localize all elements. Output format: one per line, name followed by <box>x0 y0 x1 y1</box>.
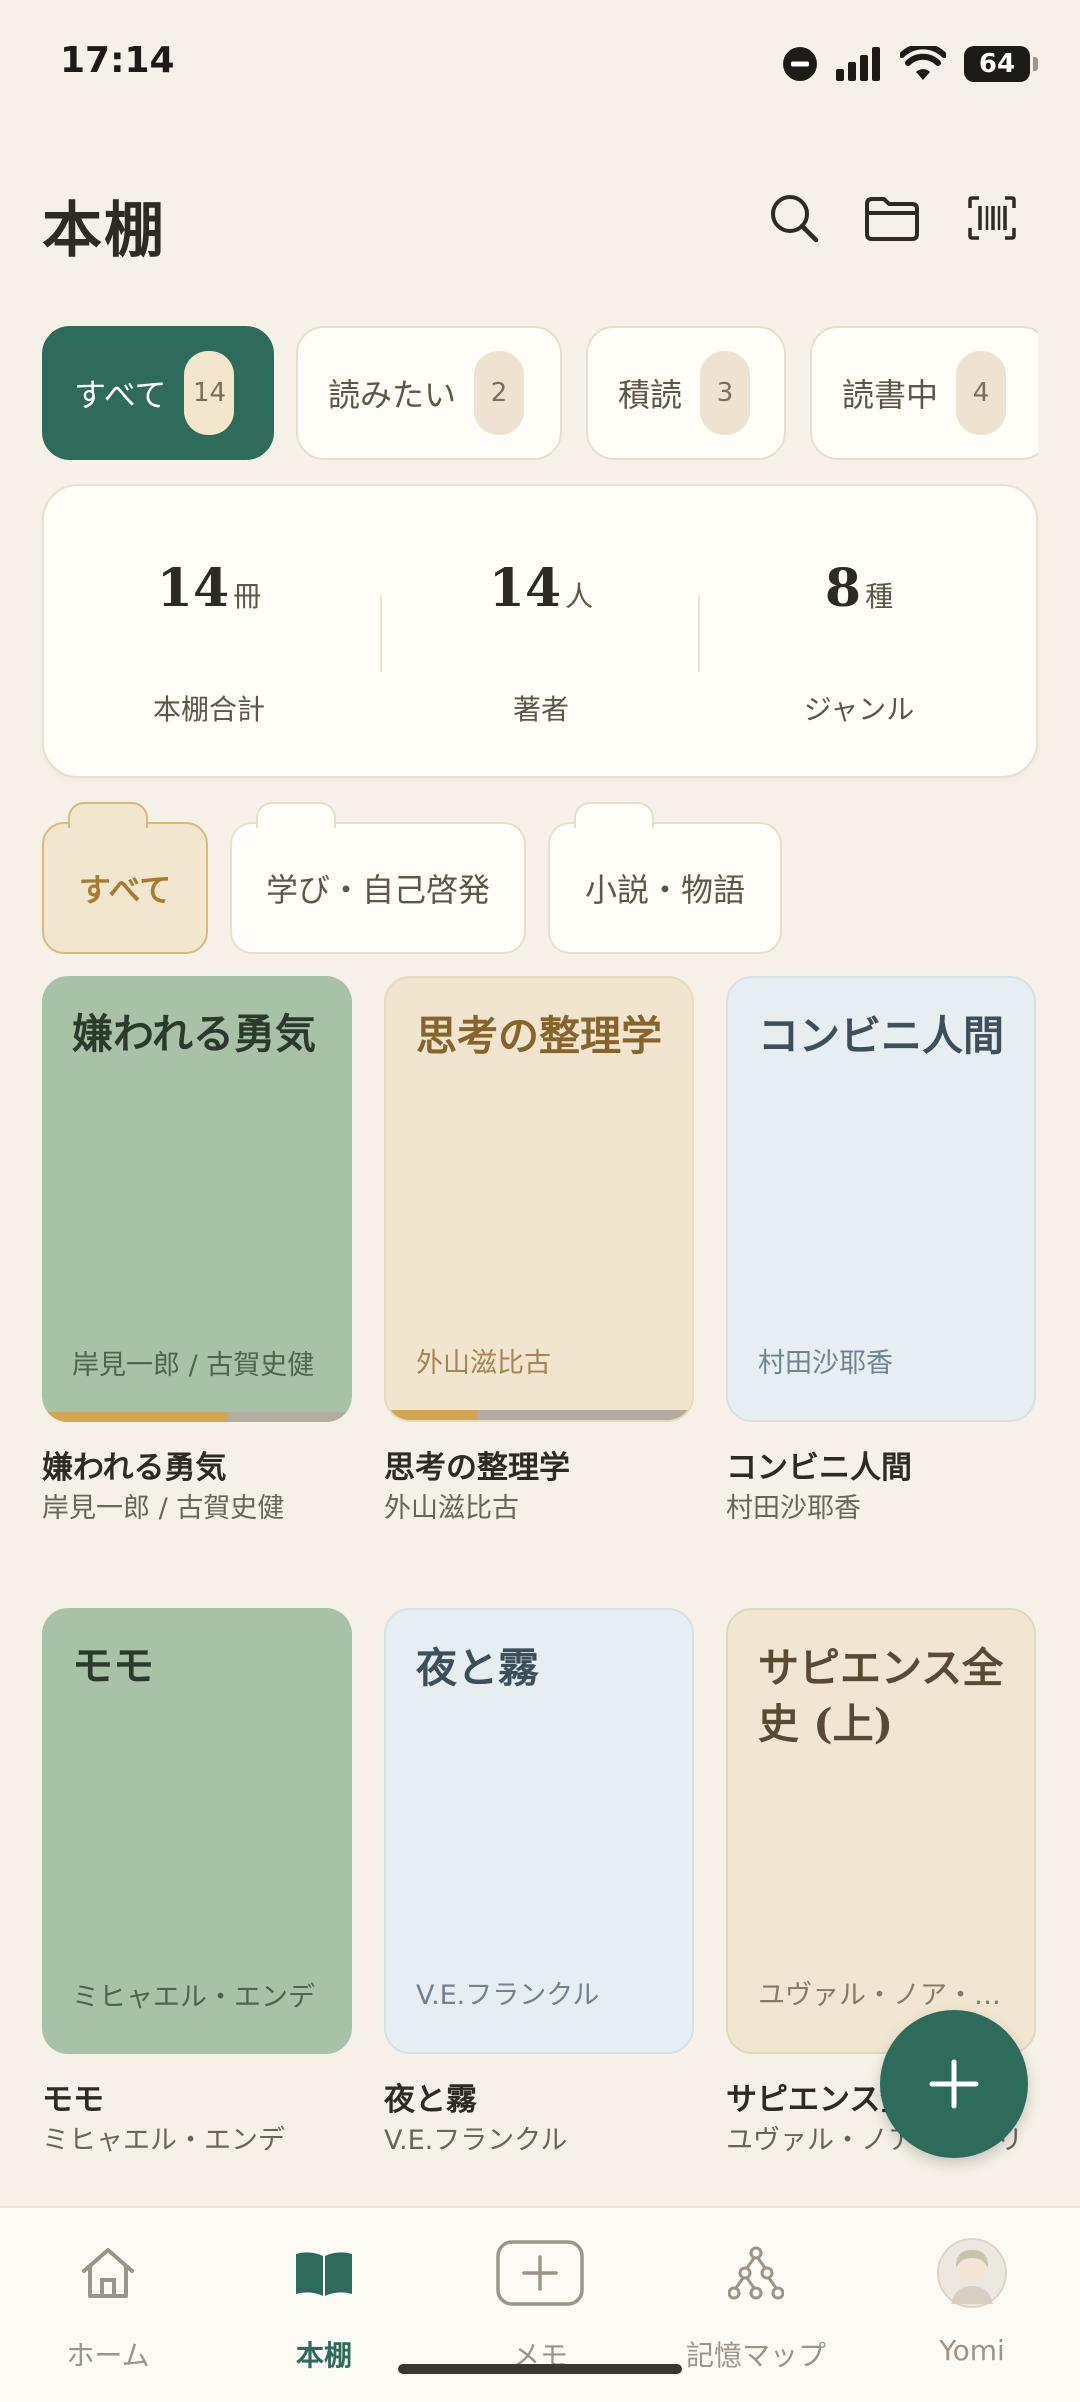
folder-label: 小説・物語 <box>584 871 745 909</box>
nav-label: ホーム <box>66 2339 150 2372</box>
tab-count-badge: 2 <box>474 351 525 435</box>
book-cover: 嫌われる勇気 岸見一郎 / 古賀史健 <box>42 976 352 1422</box>
folder-label: 学び・自己啓発 <box>265 871 490 909</box>
stat-value: 8 <box>824 558 862 619</box>
book-author: ミヒャエル・エンデ <box>42 2125 285 2156</box>
book-author: 岸見一郎 / 古賀史健 <box>42 1493 285 1524</box>
stat-unit: 種 <box>865 580 894 613</box>
cover-author: 外山滋比古 <box>416 1348 551 1379</box>
cover-title: サピエンス全史 (上) <box>758 1644 1004 1748</box>
stat-unit: 冊 <box>233 580 262 613</box>
tab-label: 読書中 <box>842 376 939 414</box>
folder-icon <box>865 197 919 241</box>
cover-author: 岸見一郎 / 古賀史健 <box>72 1350 315 1381</box>
stat-genres: 8 種 ジャンル <box>700 486 1018 780</box>
folder-novels[interactable]: 小説・物語 <box>548 802 782 954</box>
tab-count-badge: 3 <box>700 351 751 435</box>
stat-value: 14 <box>156 558 230 619</box>
tab-reading[interactable]: 読書中 4 <box>810 326 1038 460</box>
progress-fill <box>386 1410 478 1420</box>
stat-label: 本棚合計 <box>152 693 265 726</box>
nav-profile[interactable]: Yomi <box>864 2208 1080 2388</box>
cover-title: 夜と霧 <box>416 1644 539 1692</box>
barcode-scan-button[interactable] <box>962 188 1022 248</box>
stat-total-books: 14 冊 本棚合計 <box>50 486 368 780</box>
status-time: 17:14 <box>60 40 175 81</box>
book-title: コンビニ人間 <box>726 1450 912 1486</box>
progress-fill <box>42 1412 228 1422</box>
stat-unit: 人 <box>565 580 594 613</box>
tab-count-badge: 4 <box>956 351 1007 435</box>
dnd-icon <box>783 47 817 81</box>
book-cover: 夜と霧 V.E.フランクル <box>384 1608 694 2054</box>
page-title: 本棚 <box>42 196 166 266</box>
add-book-fab[interactable] <box>880 2010 1028 2158</box>
search-button[interactable] <box>764 188 824 248</box>
book-title: 思考の整理学 <box>384 1450 570 1486</box>
signal-icon <box>836 47 880 81</box>
home-indicator <box>398 2364 682 2374</box>
nav-home[interactable]: ホーム <box>0 2208 216 2388</box>
book-author: V.E.フランクル <box>384 2125 568 2156</box>
nav-memory-map[interactable]: 記憶マップ <box>648 2208 864 2388</box>
cover-author: 村田沙耶香 <box>758 1348 893 1379</box>
reading-progress-bar <box>386 1410 692 1420</box>
folder-label: すべて <box>78 871 172 909</box>
nav-bookshelf[interactable]: 本棚 <box>216 2208 432 2388</box>
stat-authors: 14 人 著者 <box>382 486 700 780</box>
folder-tab-shape <box>574 802 654 828</box>
avatar <box>937 2238 1007 2308</box>
tab-count-badge: 14 <box>184 351 235 435</box>
stat-label: ジャンル <box>803 693 915 726</box>
tab-unread[interactable]: 積読 3 <box>586 326 786 460</box>
cover-author: ユヴァル・ノア・ハラリ <box>758 1980 1008 2011</box>
stat-value: 14 <box>488 558 562 619</box>
battery-indicator: 64 <box>964 46 1038 82</box>
book-cover: モモ ミヒャエル・エンデ <box>42 1608 352 2054</box>
book-cover: サピエンス全史 (上) ユヴァル・ノア・ハラリ <box>726 1608 1036 2054</box>
plus-icon <box>929 2059 979 2109</box>
wifi-icon <box>900 46 946 80</box>
cover-title: モモ <box>72 1642 154 1690</box>
cover-title: コンビニ人間 <box>758 1012 1004 1060</box>
folder-all[interactable]: すべて <box>42 802 208 954</box>
search-icon <box>771 195 819 243</box>
tab-label: すべて <box>74 376 167 414</box>
folder-tab-shape <box>256 802 336 828</box>
book-title: 夜と霧 <box>384 2082 477 2118</box>
stat-label: 著者 <box>512 693 569 726</box>
reading-status-tabs: すべて 14 読みたい 2 積読 3 読書中 4 <box>42 326 1038 462</box>
book-author: 村田沙耶香 <box>726 1493 861 1524</box>
network-icon <box>728 2246 784 2300</box>
cover-author: V.E.フランクル <box>416 1980 600 2011</box>
book-author: 外山滋比古 <box>384 1493 519 1524</box>
status-icons: 64 <box>782 40 1038 88</box>
folder-learning[interactable]: 学び・自己啓発 <box>230 802 526 954</box>
folder-button[interactable] <box>862 188 922 248</box>
reading-progress-bar <box>42 1412 352 1422</box>
book-cover: コンビニ人間 村田沙耶香 <box>726 976 1036 1422</box>
cover-author: ミヒャエル・エンデ <box>72 1982 315 2013</box>
cover-title: 嫌われる勇気 <box>72 1010 316 1058</box>
home-icon <box>82 2248 134 2298</box>
folder-tab-shape <box>68 802 148 828</box>
tab-label: 読みたい <box>328 376 457 414</box>
barcode-icon <box>968 196 1016 240</box>
stats-card: 14 冊 本棚合計 14 人 著者 8 種 ジャンル <box>42 484 1038 778</box>
tab-all[interactable]: すべて 14 <box>42 326 274 460</box>
cover-title: 思考の整理学 <box>416 1012 662 1060</box>
book-icon <box>296 2252 352 2296</box>
book-cover: 思考の整理学 外山滋比古 <box>384 976 694 1422</box>
book-title: 嫌われる勇気 <box>42 1450 227 1486</box>
tab-want-to-read[interactable]: 読みたい 2 <box>296 326 562 460</box>
tab-label: 積読 <box>618 376 683 414</box>
add-memo-icon <box>496 2240 584 2306</box>
nav-memo[interactable]: メモ <box>432 2208 648 2388</box>
book-title: モモ <box>42 2082 104 2118</box>
nav-label: Yomi <box>939 2334 1005 2367</box>
